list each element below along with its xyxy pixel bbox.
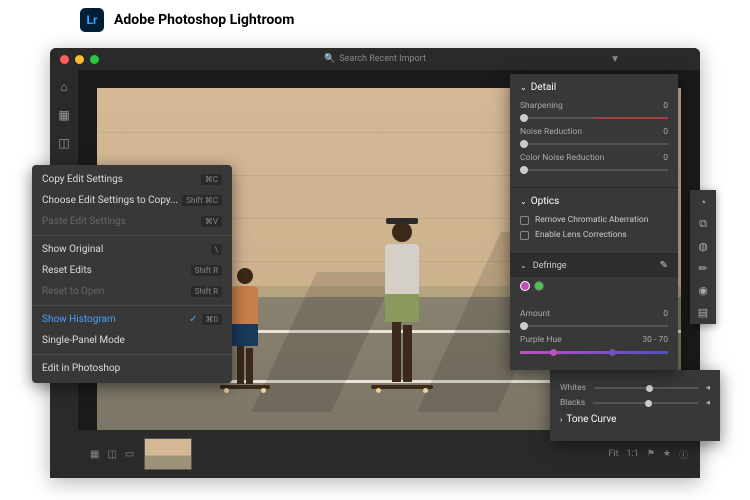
tone-panel: Whites◂ Blacks◂ ›Tone Curve: [550, 370, 720, 441]
ctx-single-panel-mode[interactable]: Single-Panel Mode: [32, 330, 232, 351]
crop-icon[interactable]: ⧉: [697, 218, 709, 230]
detail-view-icon[interactable]: ▭: [125, 449, 134, 460]
minimize-icon[interactable]: [75, 55, 84, 64]
ctx-paste-edit-settings: Paste Edit Settings⌘V: [32, 211, 232, 232]
detail-header[interactable]: ⌄Detail: [520, 82, 668, 93]
mask-icon[interactable]: ◉: [697, 284, 709, 296]
ctx-show-original[interactable]: Show Original\: [32, 239, 232, 260]
photos-icon[interactable]: ▦: [57, 108, 71, 122]
tone-curve-header[interactable]: ›Tone Curve: [560, 414, 710, 425]
thumbnail[interactable]: [144, 438, 192, 470]
amount-slider[interactable]: [520, 325, 668, 327]
maximize-icon[interactable]: [90, 55, 99, 64]
heal-icon[interactable]: ◍: [697, 240, 709, 252]
ctx-reset-edits[interactable]: Reset EditsShift R: [32, 260, 232, 281]
ctx-choose-edit-settings[interactable]: Choose Edit Settings to Copy...Shift ⌘C: [32, 190, 232, 211]
detail-optics-panel: ⌄Detail Sharpening0 Noise Reduction0 Col…: [510, 74, 678, 370]
chevron-down-icon: ⌄: [520, 261, 527, 270]
whites-slider[interactable]: [594, 387, 698, 389]
blacks-slider-row: Blacks◂: [560, 398, 710, 408]
close-icon[interactable]: [60, 55, 69, 64]
right-toolbar: ◔ ⧉ ◍ ✏ ◉ ▤: [690, 190, 716, 324]
share-icon[interactable]: ◫: [57, 136, 71, 150]
search-bar[interactable]: 🔍 Search Recent Import: [324, 54, 426, 64]
ctx-show-histogram[interactable]: Show Histogram✓⌘0: [32, 309, 232, 330]
chevron-down-icon: ⌄: [520, 197, 527, 206]
titlebar: 🔍 Search Recent Import ▼: [50, 48, 700, 70]
ctx-separator: [32, 354, 232, 355]
compare-view-icon[interactable]: ◫: [107, 449, 116, 460]
optics-header[interactable]: ⌄Optics: [520, 196, 668, 207]
filter-icon[interactable]: ▼: [610, 54, 620, 65]
noise-reduction-slider[interactable]: [520, 143, 668, 145]
ctx-edit-in-photoshop[interactable]: Edit in Photoshop: [32, 358, 232, 379]
green-swatch[interactable]: [534, 281, 544, 291]
lightroom-logo-icon: Lr: [80, 8, 104, 32]
ctx-reset-to-open: Reset to OpenShift R: [32, 281, 232, 302]
gradient-icon[interactable]: ▤: [697, 306, 709, 318]
home-icon[interactable]: ⌂: [57, 80, 71, 94]
info-icon[interactable]: ⓘ: [679, 448, 688, 461]
ctx-separator: [32, 305, 232, 306]
grid-view-icon[interactable]: ▦: [90, 449, 99, 460]
detail-section: ⌄Detail Sharpening0 Noise Reduction0 Col…: [510, 74, 678, 188]
chevron-down-icon: ⌄: [520, 83, 527, 92]
defringe-header[interactable]: ⌄Defringe✎: [510, 254, 678, 277]
ratio-label[interactable]: 1:1: [627, 449, 639, 459]
context-menu: Copy Edit Settings⌘C Choose Edit Setting…: [32, 165, 232, 383]
flag-icon[interactable]: ⚑: [647, 449, 655, 459]
ctx-separator: [32, 235, 232, 236]
fit-label[interactable]: Fit: [608, 449, 618, 459]
chevron-right-icon: ›: [560, 415, 562, 424]
purple-hue-slider[interactable]: [520, 351, 668, 354]
adjust-icon[interactable]: ◔: [697, 196, 709, 208]
sharpening-slider[interactable]: [520, 117, 668, 119]
lens-checkbox[interactable]: Enable Lens Corrections: [520, 230, 668, 240]
magenta-swatch[interactable]: [520, 281, 530, 291]
optics-section: ⌄Optics Remove Chromatic Aberration Enab…: [510, 188, 678, 254]
ctx-copy-edit-settings[interactable]: Copy Edit Settings⌘C: [32, 169, 232, 190]
chromatic-checkbox[interactable]: Remove Chromatic Aberration: [520, 215, 668, 225]
check-icon: ✓: [189, 314, 197, 325]
whites-slider-row: Whites◂: [560, 383, 710, 393]
eyedropper-icon[interactable]: ✎: [660, 260, 668, 271]
search-icon: 🔍: [324, 54, 335, 64]
app-header: Lr Adobe Photoshop Lightroom: [0, 0, 750, 40]
blacks-slider[interactable]: [593, 402, 698, 404]
brush-icon[interactable]: ✏: [697, 262, 709, 274]
star-icon[interactable]: ★: [663, 449, 671, 459]
defringe-colors: [510, 277, 678, 295]
app-title: Adobe Photoshop Lightroom: [114, 12, 294, 28]
color-noise-slider[interactable]: [520, 169, 668, 171]
search-placeholder: Search Recent Import: [339, 54, 426, 64]
